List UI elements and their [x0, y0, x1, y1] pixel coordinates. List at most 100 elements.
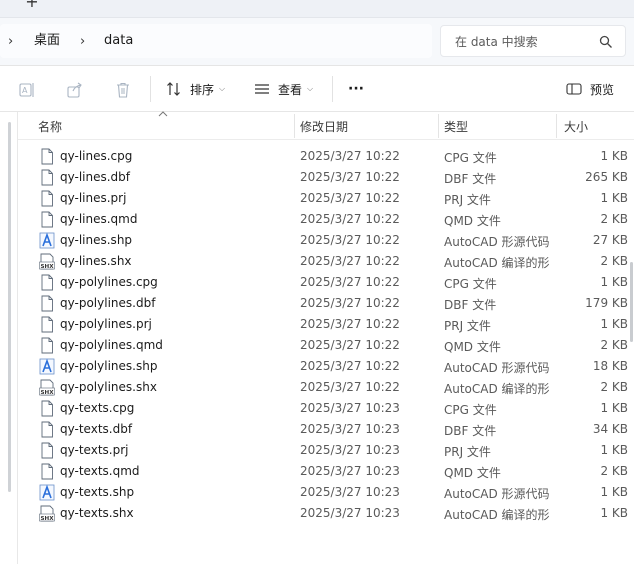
file-modified-date: 2025/3/27 10:23: [300, 485, 400, 499]
table-row[interactable]: qy-lines.dbf 2025/3/27 10:22 DBF 文件 265 KB: [18, 167, 634, 188]
table-row[interactable]: qy-polylines.cpg 2025/3/27 10:22 CPG 文件 1 K…: [18, 272, 634, 293]
table-row[interactable]: qy-texts.cpg 2025/3/27 10:23 CPG 文件 1 KB: [18, 398, 634, 419]
more-icon: ···: [348, 81, 364, 97]
address-bar[interactable]: [0, 24, 432, 58]
column-divider[interactable]: [294, 114, 295, 138]
tab-strip: +: [0, 0, 634, 18]
file-name: qy-lines.prj: [60, 191, 127, 205]
file-type: AutoCAD 形源代码: [444, 361, 550, 375]
table-row[interactable]: qy-lines.shp 2025/3/27 10:22 AutoCAD 形源代码 2…: [18, 230, 634, 251]
file-size: 1 KB: [600, 275, 628, 289]
autocad-shp-icon: [39, 358, 55, 375]
file-modified-date: 2025/3/27 10:23: [300, 443, 400, 457]
file-icon: [39, 274, 55, 291]
file-size: 2 KB: [600, 464, 628, 478]
column-header: 名称 修改日期 类型 大小: [18, 111, 634, 140]
scrollbar-thumb[interactable]: [630, 262, 633, 342]
file-icon: [39, 337, 55, 354]
column-divider[interactable]: [556, 114, 557, 138]
sort-icon: [167, 82, 180, 96]
column-divider[interactable]: [438, 114, 439, 138]
view-list-icon: [255, 84, 269, 94]
file-name: qy-polylines.prj: [60, 317, 152, 331]
file-modified-date: 2025/3/27 10:22: [300, 275, 400, 289]
file-size: 1 KB: [600, 149, 628, 163]
table-row[interactable]: SHX qy-lines.shx 2025/3/27 10:22 AutoCAD 编译…: [18, 251, 634, 272]
file-modified-date: 2025/3/27 10:23: [300, 422, 400, 436]
file-name: qy-lines.qmd: [60, 212, 138, 226]
more-options-button[interactable]: ···: [348, 78, 364, 100]
file-size: 1 KB: [600, 401, 628, 415]
file-name: qy-texts.shx: [60, 506, 134, 520]
vertical-scrollbar[interactable]: [628, 112, 634, 564]
scrollbar-thumb[interactable]: [8, 122, 11, 492]
autocad-shp-icon: [39, 232, 55, 249]
table-row[interactable]: qy-texts.dbf 2025/3/27 10:23 DBF 文件 34 KB: [18, 419, 634, 440]
file-type: CPG 文件: [444, 277, 497, 291]
file-type: CPG 文件: [444, 403, 497, 417]
column-type[interactable]: 类型: [444, 118, 468, 135]
preview-pane-button[interactable]: 预览: [566, 78, 614, 100]
table-row[interactable]: SHX qy-texts.shx 2025/3/27 10:23 AutoCAD 编译…: [18, 503, 634, 524]
table-row[interactable]: qy-lines.cpg 2025/3/27 10:22 CPG 文件 1 KB: [18, 146, 634, 167]
file-name: qy-polylines.dbf: [60, 296, 156, 310]
view-button[interactable]: 查看 ⌵: [254, 78, 313, 100]
delete-icon[interactable]: [114, 81, 132, 99]
file-type: AutoCAD 编译的形: [444, 256, 550, 270]
table-row[interactable]: qy-polylines.shp 2025/3/27 10:22 AutoCAD 形…: [18, 356, 634, 377]
file-name: qy-lines.shx: [60, 254, 132, 268]
chevron-right-icon[interactable]: ›: [80, 34, 85, 50]
table-row[interactable]: SHX qy-polylines.shx 2025/3/27 10:22 AutoCA…: [18, 377, 634, 398]
search-placeholder: 在 data 中搜索: [455, 35, 538, 49]
table-row[interactable]: qy-lines.prj 2025/3/27 10:22 PRJ 文件 1 KB: [18, 188, 634, 209]
file-size: 2 KB: [600, 254, 628, 268]
search-icon: [599, 35, 612, 48]
file-type: AutoCAD 形源代码: [444, 235, 550, 249]
toolbar-divider: [150, 76, 151, 102]
chevron-down-icon: ⌵: [219, 84, 226, 93]
file-modified-date: 2025/3/27 10:22: [300, 149, 400, 163]
breadcrumb-desktop[interactable]: 桌面: [34, 32, 60, 50]
rename-icon[interactable]: A: [18, 81, 36, 99]
column-name[interactable]: 名称: [38, 118, 62, 135]
table-row[interactable]: qy-polylines.prj 2025/3/27 10:22 PRJ 文件 1 K…: [18, 314, 634, 335]
file-type: PRJ 文件: [444, 319, 491, 333]
column-size[interactable]: 大小: [564, 118, 588, 135]
share-icon[interactable]: [66, 81, 84, 99]
view-label: 查看: [278, 82, 303, 97]
chevron-right-icon[interactable]: ›: [8, 34, 13, 50]
table-row[interactable]: qy-polylines.qmd 2025/3/27 10:22 QMD 文件 2 K…: [18, 335, 634, 356]
table-row[interactable]: qy-texts.prj 2025/3/27 10:23 PRJ 文件 1 KB: [18, 440, 634, 461]
new-tab-button[interactable]: +: [24, 0, 40, 10]
file-name: qy-polylines.shp: [60, 359, 158, 373]
file-name: qy-lines.dbf: [60, 170, 131, 184]
file-size: 265 KB: [585, 170, 628, 184]
sort-label: 排序: [190, 82, 215, 97]
file-modified-date: 2025/3/27 10:22: [300, 170, 400, 184]
file-size: 2 KB: [600, 338, 628, 352]
search-input[interactable]: 在 data 中搜索: [440, 25, 626, 57]
file-name: qy-lines.cpg: [60, 149, 133, 163]
file-icon: [39, 295, 55, 312]
preview-pane-icon: [566, 83, 582, 95]
table-row[interactable]: qy-texts.shp 2025/3/27 10:23 AutoCAD 形源代码 1…: [18, 482, 634, 503]
file-modified-date: 2025/3/27 10:23: [300, 506, 400, 520]
file-type: AutoCAD 形源代码: [444, 487, 550, 501]
file-type: PRJ 文件: [444, 193, 491, 207]
shx-icon: SHX: [39, 253, 55, 270]
table-row[interactable]: qy-texts.qmd 2025/3/27 10:23 QMD 文件 2 KB: [18, 461, 634, 482]
file-type: PRJ 文件: [444, 445, 491, 459]
chevron-down-icon: ⌵: [307, 84, 314, 93]
file-modified-date: 2025/3/27 10:23: [300, 464, 400, 478]
navigation-pane-scrollbar[interactable]: [0, 112, 18, 564]
file-icon: [39, 316, 55, 333]
breadcrumb-data[interactable]: data: [104, 32, 133, 50]
address-bar-row: › 桌面 › data 在 data 中搜索: [0, 18, 634, 66]
column-modified[interactable]: 修改日期: [300, 118, 348, 135]
file-modified-date: 2025/3/27 10:22: [300, 296, 400, 310]
sort-button[interactable]: 排序 ⌵: [166, 78, 225, 100]
table-row[interactable]: qy-polylines.dbf 2025/3/27 10:22 DBF 文件 179…: [18, 293, 634, 314]
file-size: 18 KB: [592, 359, 628, 373]
table-row[interactable]: qy-lines.qmd 2025/3/27 10:22 QMD 文件 2 KB: [18, 209, 634, 230]
file-icon: [39, 400, 55, 417]
